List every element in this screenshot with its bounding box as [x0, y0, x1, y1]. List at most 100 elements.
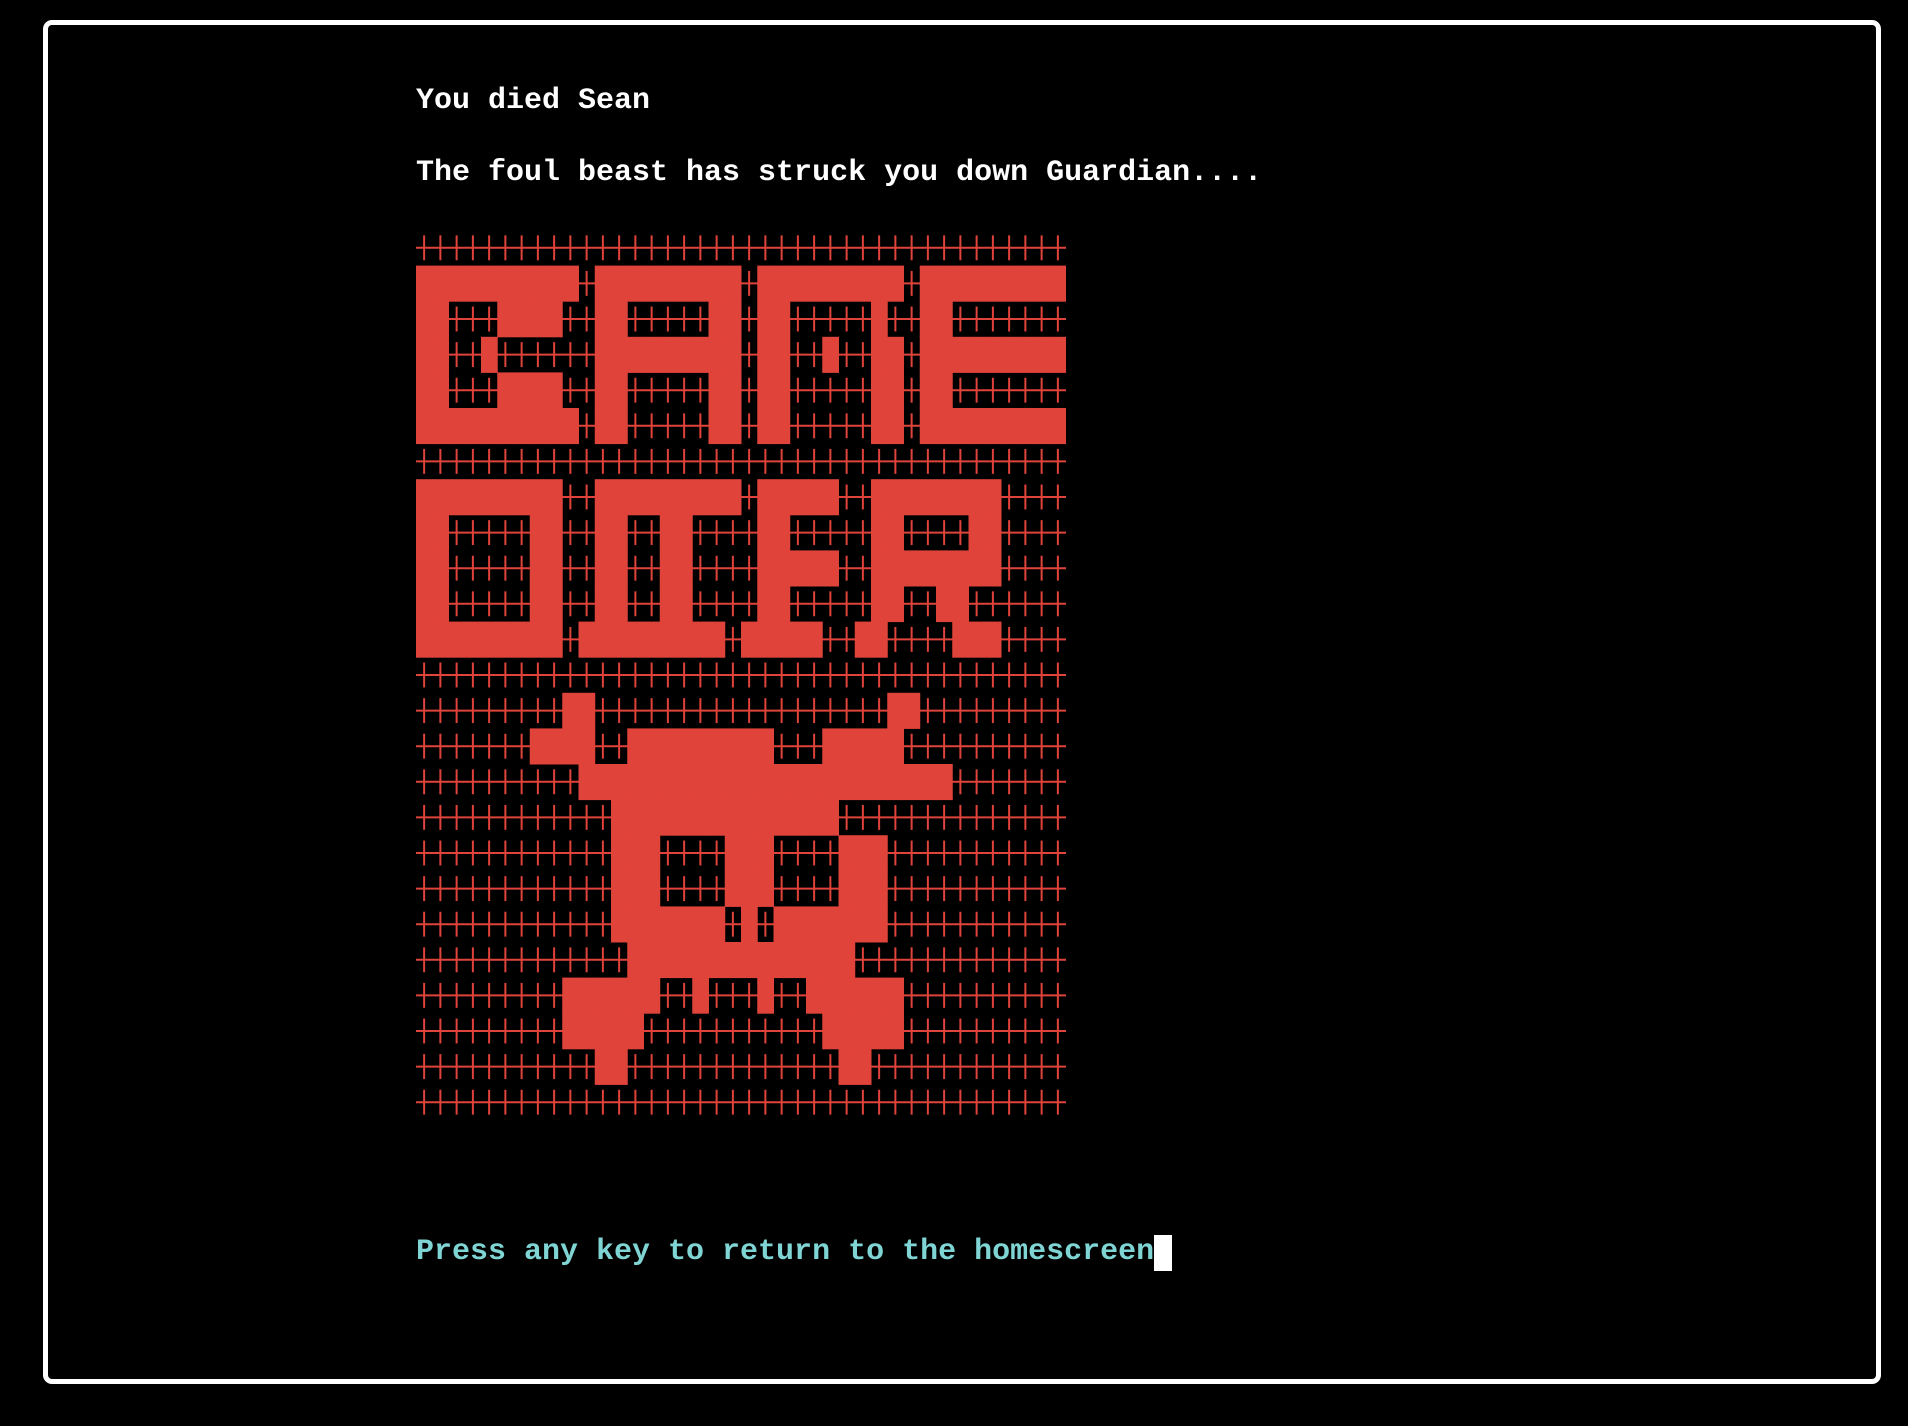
art-block: [497, 301, 514, 338]
art-block: [757, 336, 774, 373]
art-block: [936, 479, 953, 516]
art-block: [659, 728, 677, 765]
art-block: [611, 550, 628, 587]
art-block: [773, 372, 791, 409]
art-block: [984, 336, 1002, 373]
art-block: [708, 799, 726, 836]
terminal-window[interactable]: You died Sean The foul beast has struck …: [43, 20, 1881, 1384]
art-block: [692, 906, 709, 943]
art-block: [806, 621, 823, 658]
art-block: [708, 942, 726, 979]
art-block: [546, 372, 563, 409]
art-block: [806, 764, 823, 801]
art-block: [757, 621, 774, 658]
art-block: [919, 301, 937, 338]
art-block: [822, 265, 839, 302]
art-block: [724, 835, 742, 872]
art-block: [481, 336, 498, 373]
art-block: [919, 550, 937, 587]
art-block: [741, 942, 758, 979]
art-block: [952, 265, 969, 302]
art-block: [871, 586, 888, 623]
art-block: [692, 799, 709, 836]
art-block: [692, 336, 709, 373]
art-block: [578, 977, 596, 1014]
art-block: [546, 479, 563, 516]
art-block: [659, 621, 677, 658]
art-block: [838, 977, 856, 1014]
art-block: [432, 408, 449, 445]
art-block: [546, 408, 563, 445]
art-block: [1049, 336, 1066, 373]
art-block: [627, 1013, 644, 1050]
art-block: [497, 621, 514, 658]
art-block: [659, 586, 677, 623]
art-block: [594, 372, 612, 409]
art-block: [692, 479, 709, 516]
art-block: [611, 977, 628, 1014]
art-block: [773, 764, 791, 801]
art-block: [822, 550, 839, 587]
art-block: [627, 728, 644, 765]
art-block: [1001, 408, 1018, 445]
art-block: [708, 372, 726, 409]
art-block: [968, 514, 986, 551]
art-block: [724, 265, 742, 302]
art-block: [741, 870, 758, 907]
art-block: [676, 479, 693, 516]
art-block: [854, 1048, 872, 1085]
art-block: [448, 621, 466, 658]
art-block: [773, 514, 791, 551]
art-block: [594, 621, 612, 658]
art-block: [757, 408, 774, 445]
art-block: [1049, 408, 1066, 445]
art-block: [481, 479, 498, 516]
art-block: [643, 479, 661, 516]
art-block: [676, 799, 693, 836]
art-block: [773, 301, 791, 338]
art-block: [822, 942, 839, 979]
art-block: [822, 764, 839, 801]
art-block: [838, 1048, 856, 1085]
art-block: [757, 586, 774, 623]
art-block: [757, 514, 774, 551]
art-block: [724, 870, 742, 907]
art-block: [416, 479, 433, 516]
art-block: [692, 621, 709, 658]
art-block: [497, 408, 514, 445]
art-block: [854, 906, 872, 943]
art-block: [757, 764, 774, 801]
art-block: [578, 692, 596, 729]
art-block: [529, 586, 547, 623]
art-block: [757, 799, 774, 836]
art-block: [757, 835, 774, 872]
text-cursor: [1154, 1235, 1173, 1271]
game-over-skull-ascii-art: [416, 235, 1066, 1115]
art-block: [643, 336, 661, 373]
art-block: [1001, 336, 1018, 373]
art-block: [643, 799, 661, 836]
art-block: [984, 265, 1002, 302]
art-block: [741, 835, 758, 872]
art-block: [724, 728, 742, 765]
art-block: [871, 408, 888, 445]
art-block: [676, 942, 693, 979]
art-block: [676, 336, 693, 373]
art-block: [643, 835, 661, 872]
art-block: [887, 1013, 904, 1050]
art-block: [936, 372, 953, 409]
art-block: [416, 550, 433, 587]
art-block: [919, 408, 937, 445]
prompt-text: Press any key to return to the homescree…: [416, 1235, 1155, 1269]
art-block: [822, 977, 839, 1014]
art-block: [1017, 408, 1034, 445]
art-block: [887, 692, 904, 729]
art-block: [887, 372, 904, 409]
art-block: [773, 336, 791, 373]
art-block: [708, 621, 726, 658]
art-block: [432, 301, 449, 338]
art-block: [416, 265, 433, 302]
art-block: [513, 301, 531, 338]
art-block: [952, 479, 969, 516]
art-block: [936, 764, 953, 801]
